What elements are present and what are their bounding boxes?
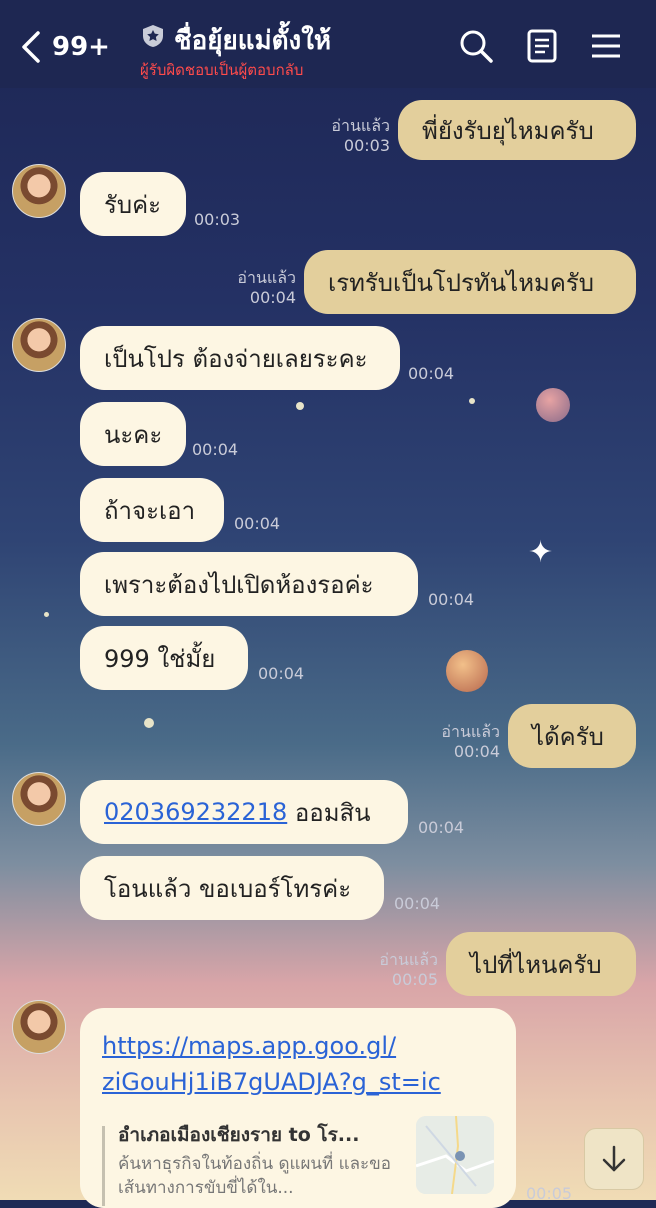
message-time: 00:05 — [526, 1184, 573, 1203]
shield-icon — [142, 24, 164, 48]
message-meta: อ่านแล้ว 00:04 — [428, 722, 500, 762]
avatar[interactable] — [12, 164, 66, 218]
star-decoration — [296, 402, 304, 410]
unread-count[interactable]: 99+ — [52, 32, 110, 62]
message-time: 00:04 — [418, 818, 465, 837]
incoming-message[interactable]: 999 ใช่มั้ย — [80, 626, 248, 690]
url-line[interactable]: ziGouHj1iB7gUADJA?g_st=ic — [102, 1064, 441, 1100]
incoming-message[interactable]: นะคะ — [80, 402, 186, 466]
message-text: เรทรับเป็นโปรทันไหมครับ — [328, 268, 595, 297]
message-text: ถ้าจะเอา — [104, 496, 196, 525]
message-text: เป็นโปร ต้องจ่ายเลยระคะ — [104, 344, 368, 373]
arrow-down-icon — [602, 1145, 626, 1172]
message-time: 00:04 — [408, 364, 455, 383]
avatar[interactable] — [12, 1000, 66, 1054]
incoming-message[interactable]: เป็นโปร ต้องจ่ายเลยระคะ — [80, 326, 400, 390]
scroll-to-bottom-button[interactable] — [584, 1128, 644, 1190]
read-receipt: อ่านแล้ว — [331, 116, 390, 135]
read-receipt: อ่านแล้ว — [441, 722, 500, 741]
incoming-message[interactable]: โอนแล้ว ขอเบอร์โทรค่ะ — [80, 856, 384, 920]
menu-icon[interactable] — [588, 28, 624, 64]
search-icon[interactable] — [458, 28, 494, 64]
message-time: 00:04 — [453, 742, 500, 761]
read-receipt: อ่านแล้ว — [237, 268, 296, 287]
incoming-message[interactable]: เพราะต้องไปเปิดห้องรอค่ะ — [80, 552, 418, 616]
message-text: ไปที่ไหนครับ — [470, 950, 602, 979]
outgoing-message[interactable]: ไปที่ไหนครับ — [446, 932, 636, 996]
ringed-planet-decoration — [446, 650, 488, 692]
outgoing-message[interactable]: เรทรับเป็นโปรทันไหมครับ — [304, 250, 636, 314]
star-decoration — [144, 718, 154, 728]
planet-decoration — [536, 388, 570, 422]
avatar[interactable] — [12, 772, 66, 826]
message-text: 999 ใช่มั้ย — [104, 644, 216, 673]
message-time: 00:04 — [234, 514, 281, 533]
link-preview-message[interactable]: https://maps.app.goo.gl/ ziGouHj1iB7gUAD… — [80, 1008, 516, 1208]
incoming-message[interactable]: ถ้าจะเอา — [80, 478, 224, 542]
message-time: 00:04 — [192, 440, 239, 459]
message-time: 00:04 — [258, 664, 305, 683]
message-time: 00:04 — [249, 288, 296, 307]
message-text: เพราะต้องไปเปิดห้องรอค่ะ — [104, 570, 374, 599]
incoming-message[interactable]: 020369232218 ออมสิน — [80, 780, 408, 844]
preview-description: ค้นหาธุรกิจในท้องถิ่น ดูแผนที่ และขอเส้น… — [118, 1154, 391, 1198]
star-decoration — [469, 398, 475, 404]
maps-url-link[interactable]: https://maps.app.goo.gl/ ziGouHj1iB7gUAD… — [102, 1028, 441, 1100]
message-meta: อ่านแล้ว 00:04 — [224, 268, 296, 308]
outgoing-message[interactable]: ได้ครับ — [508, 704, 636, 768]
url-line[interactable]: https://maps.app.goo.gl/ — [102, 1028, 441, 1064]
message-text: รับค่ะ — [104, 190, 162, 219]
message-time: 00:04 — [428, 590, 475, 609]
message-time: 00:04 — [394, 894, 441, 913]
star-decoration — [44, 612, 49, 617]
preview-divider — [102, 1126, 105, 1206]
message-text: ได้ครับ — [532, 722, 604, 751]
message-text: โอนแล้ว ขอเบอร์โทรค่ะ — [104, 874, 352, 903]
message-meta: อ่านแล้ว 00:03 — [318, 116, 390, 156]
message-text: ออมสิน — [287, 798, 371, 827]
account-number-link[interactable]: 020369232218 — [104, 798, 287, 826]
message-text: นะคะ — [104, 420, 163, 449]
sparkle-decoration: ✦ — [528, 535, 554, 570]
message-text: พี่ยังรับยุไหมครับ — [422, 116, 594, 145]
notes-icon[interactable] — [524, 28, 560, 64]
back-chevron-icon[interactable] — [20, 30, 42, 70]
message-time: 00:05 — [391, 970, 438, 989]
chat-header: 99+ ชื่อยุ้ยแม่ตั้งให้ ผู้รับผิดชอบเป็นผ… — [0, 0, 656, 88]
preview-title[interactable]: อำเภอเมืองเชียงราย to โร... — [118, 1120, 388, 1150]
message-time: 00:03 — [194, 210, 241, 229]
map-thumbnail[interactable] — [416, 1116, 494, 1194]
read-receipt: อ่านแล้ว — [379, 950, 438, 969]
message-time: 00:03 — [343, 136, 390, 155]
chat-subtitle: ผู้รับผิดชอบเป็นผู้ตอบกลับ — [140, 61, 304, 79]
outgoing-message[interactable]: พี่ยังรับยุไหมครับ — [398, 100, 636, 160]
chat-title: ชื่อยุ้ยแม่ตั้งให้ — [174, 26, 332, 56]
avatar[interactable] — [12, 318, 66, 372]
message-meta: อ่านแล้ว 00:05 — [366, 950, 438, 990]
incoming-message[interactable]: รับค่ะ — [80, 172, 186, 236]
